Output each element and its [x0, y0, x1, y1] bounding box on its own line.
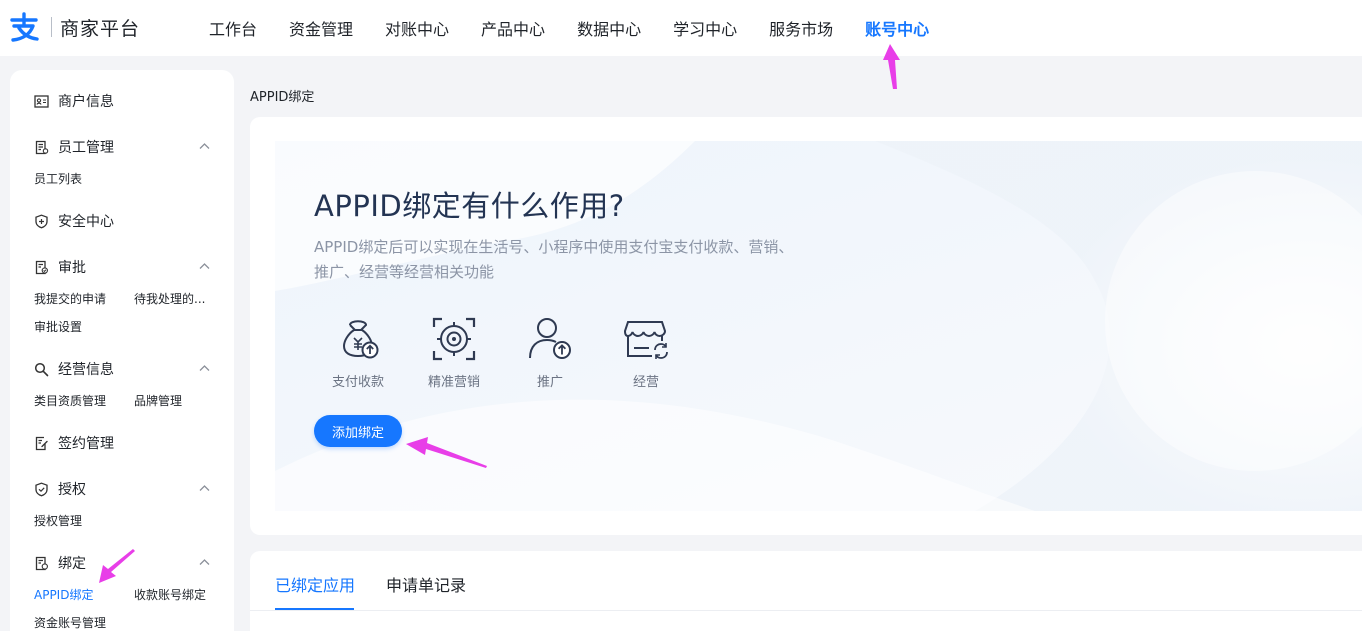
add-binding-button[interactable]: 添加绑定	[314, 415, 402, 447]
sidebar-subitem-appid-binding[interactable]: APPID绑定	[34, 586, 93, 603]
brand-name: 商家平台	[60, 17, 141, 40]
hero-title: APPID绑定有什么作用?	[314, 189, 625, 223]
feature-label: 经营	[632, 375, 659, 390]
employee-doc-icon	[35, 140, 49, 154]
feature-promotion: 推广	[515, 314, 585, 390]
nav-item-workbench[interactable]: 工作台	[209, 16, 257, 40]
sidebar-subitem-category-qualification[interactable]: 类目资质管理	[34, 392, 106, 409]
sidebar: 商户信息 员工管理 员工列表 安全中心 审批 我提交的申请 待我处理的... 审…	[10, 70, 234, 631]
feature-payment: 支付收款	[323, 314, 393, 390]
sidebar-subitem-my-requests[interactable]: 我提交的申请	[34, 290, 106, 307]
contract-edit-icon	[35, 436, 48, 450]
sidebar-item-merchant-info[interactable]: 商户信息	[10, 90, 234, 112]
chevron-up-icon[interactable]	[199, 557, 210, 568]
logo-divider	[51, 17, 52, 37]
brand-logo[interactable]: 商家平台	[9, 12, 140, 42]
main-nav: 工作台 资金管理 对账中心 产品中心 数据中心 学习中心 服务市场 账号中心	[209, 0, 961, 56]
sidebar-label: 绑定	[58, 556, 86, 572]
sidebar-subitem-payee-account-binding[interactable]: 收款账号绑定	[134, 586, 206, 603]
sidebar-subitem-fund-account-management[interactable]: 资金账号管理	[34, 614, 106, 631]
tabs-divider	[250, 610, 1362, 611]
sidebar-subitem-employee-list[interactable]: 员工列表	[34, 170, 82, 187]
sidebar-label: 经营信息	[58, 362, 114, 378]
sidebar-item-contract-management[interactable]: 签约管理	[10, 432, 234, 454]
sidebar-subitem-pending[interactable]: 待我处理的...	[134, 290, 205, 307]
binding-records-card: 已绑定应用 申请单记录	[250, 551, 1362, 631]
search-icon	[34, 362, 49, 376]
sidebar-item-security-center[interactable]: 安全中心	[10, 210, 234, 232]
tab-application-records[interactable]: 申请单记录	[386, 572, 466, 596]
sidebar-item-authorization[interactable]: 授权	[10, 478, 234, 500]
tab-bound-apps[interactable]: 已绑定应用	[275, 572, 355, 596]
chevron-up-icon[interactable]	[199, 483, 210, 494]
user-upload-icon	[529, 318, 571, 359]
sidebar-group-employee: 员工管理 员工列表	[10, 136, 234, 186]
sidebar-group-security: 安全中心	[10, 210, 234, 232]
hero-description: APPID绑定后可以实现在生活号、小程序中使用支付宝支付收款、营销、推广、经营等…	[314, 238, 794, 281]
sidebar-label: 员工管理	[58, 140, 114, 156]
nav-item-learning[interactable]: 学习中心	[673, 16, 737, 40]
top-navigation-bar: 商家平台 工作台 资金管理 对账中心 产品中心 数据中心 学习中心 服务市场 账…	[0, 0, 1362, 56]
sidebar-item-employee-management[interactable]: 员工管理	[10, 136, 234, 158]
sidebar-subitem-authorization-management[interactable]: 授权管理	[34, 512, 82, 529]
feature-label: 精准营销	[427, 375, 480, 390]
chevron-up-icon[interactable]	[199, 141, 210, 152]
sidebar-group-contract: 签约管理	[10, 432, 234, 454]
money-bag-upload-icon	[342, 320, 379, 359]
sidebar-group-merchant-info: 商户信息	[10, 90, 234, 112]
sidebar-item-business-info[interactable]: 经营信息	[10, 358, 234, 380]
shield-check-icon	[35, 482, 48, 496]
nav-item-products[interactable]: 产品中心	[481, 16, 545, 40]
feature-label: 支付收款	[331, 375, 384, 390]
nav-item-service-market[interactable]: 服务市场	[769, 16, 833, 40]
sidebar-label: 商户信息	[58, 94, 114, 110]
sidebar-group-business-info: 经营信息 类目资质管理 品牌管理	[10, 358, 234, 408]
appid-intro-card: APPID绑定有什么作用? APPID绑定后可以实现在生活号、小程序中使用支付宝…	[250, 117, 1362, 535]
sidebar-label: 审批	[58, 260, 86, 276]
alipay-logo-icon	[10, 12, 39, 42]
sidebar-label: 安全中心	[58, 214, 114, 230]
sidebar-item-binding[interactable]: 绑定	[10, 552, 234, 574]
binding-doc-icon	[35, 556, 48, 570]
target-icon	[432, 317, 476, 361]
chevron-up-icon[interactable]	[199, 261, 210, 272]
store-refresh-icon	[623, 321, 668, 359]
shield-plus-icon	[35, 214, 48, 228]
breadcrumb: APPID绑定	[250, 90, 315, 105]
sidebar-group-approval: 审批 我提交的申请 待我处理的... 审批设置	[10, 256, 234, 334]
chevron-up-icon[interactable]	[199, 363, 210, 374]
feature-operation: 经营	[611, 314, 681, 390]
approval-doc-icon	[35, 260, 48, 274]
nav-item-funds[interactable]: 资金管理	[289, 16, 353, 40]
sidebar-group-authorization: 授权 授权管理	[10, 478, 234, 528]
sidebar-group-binding: 绑定 APPID绑定 收款账号绑定 资金账号管理	[10, 552, 234, 630]
nav-item-reconciliation[interactable]: 对账中心	[385, 16, 449, 40]
id-card-icon	[34, 94, 49, 108]
sidebar-label: 签约管理	[58, 436, 114, 452]
feature-label: 推广	[536, 375, 563, 390]
sidebar-label: 授权	[58, 482, 86, 498]
sidebar-item-approval[interactable]: 审批	[10, 256, 234, 278]
nav-item-data[interactable]: 数据中心	[577, 16, 641, 40]
nav-item-account-center[interactable]: 账号中心	[865, 16, 929, 40]
sidebar-subitem-approval-settings[interactable]: 审批设置	[34, 318, 82, 335]
feature-precision-marketing: 精准营销	[419, 314, 489, 390]
sidebar-subitem-brand-management[interactable]: 品牌管理	[134, 392, 182, 409]
